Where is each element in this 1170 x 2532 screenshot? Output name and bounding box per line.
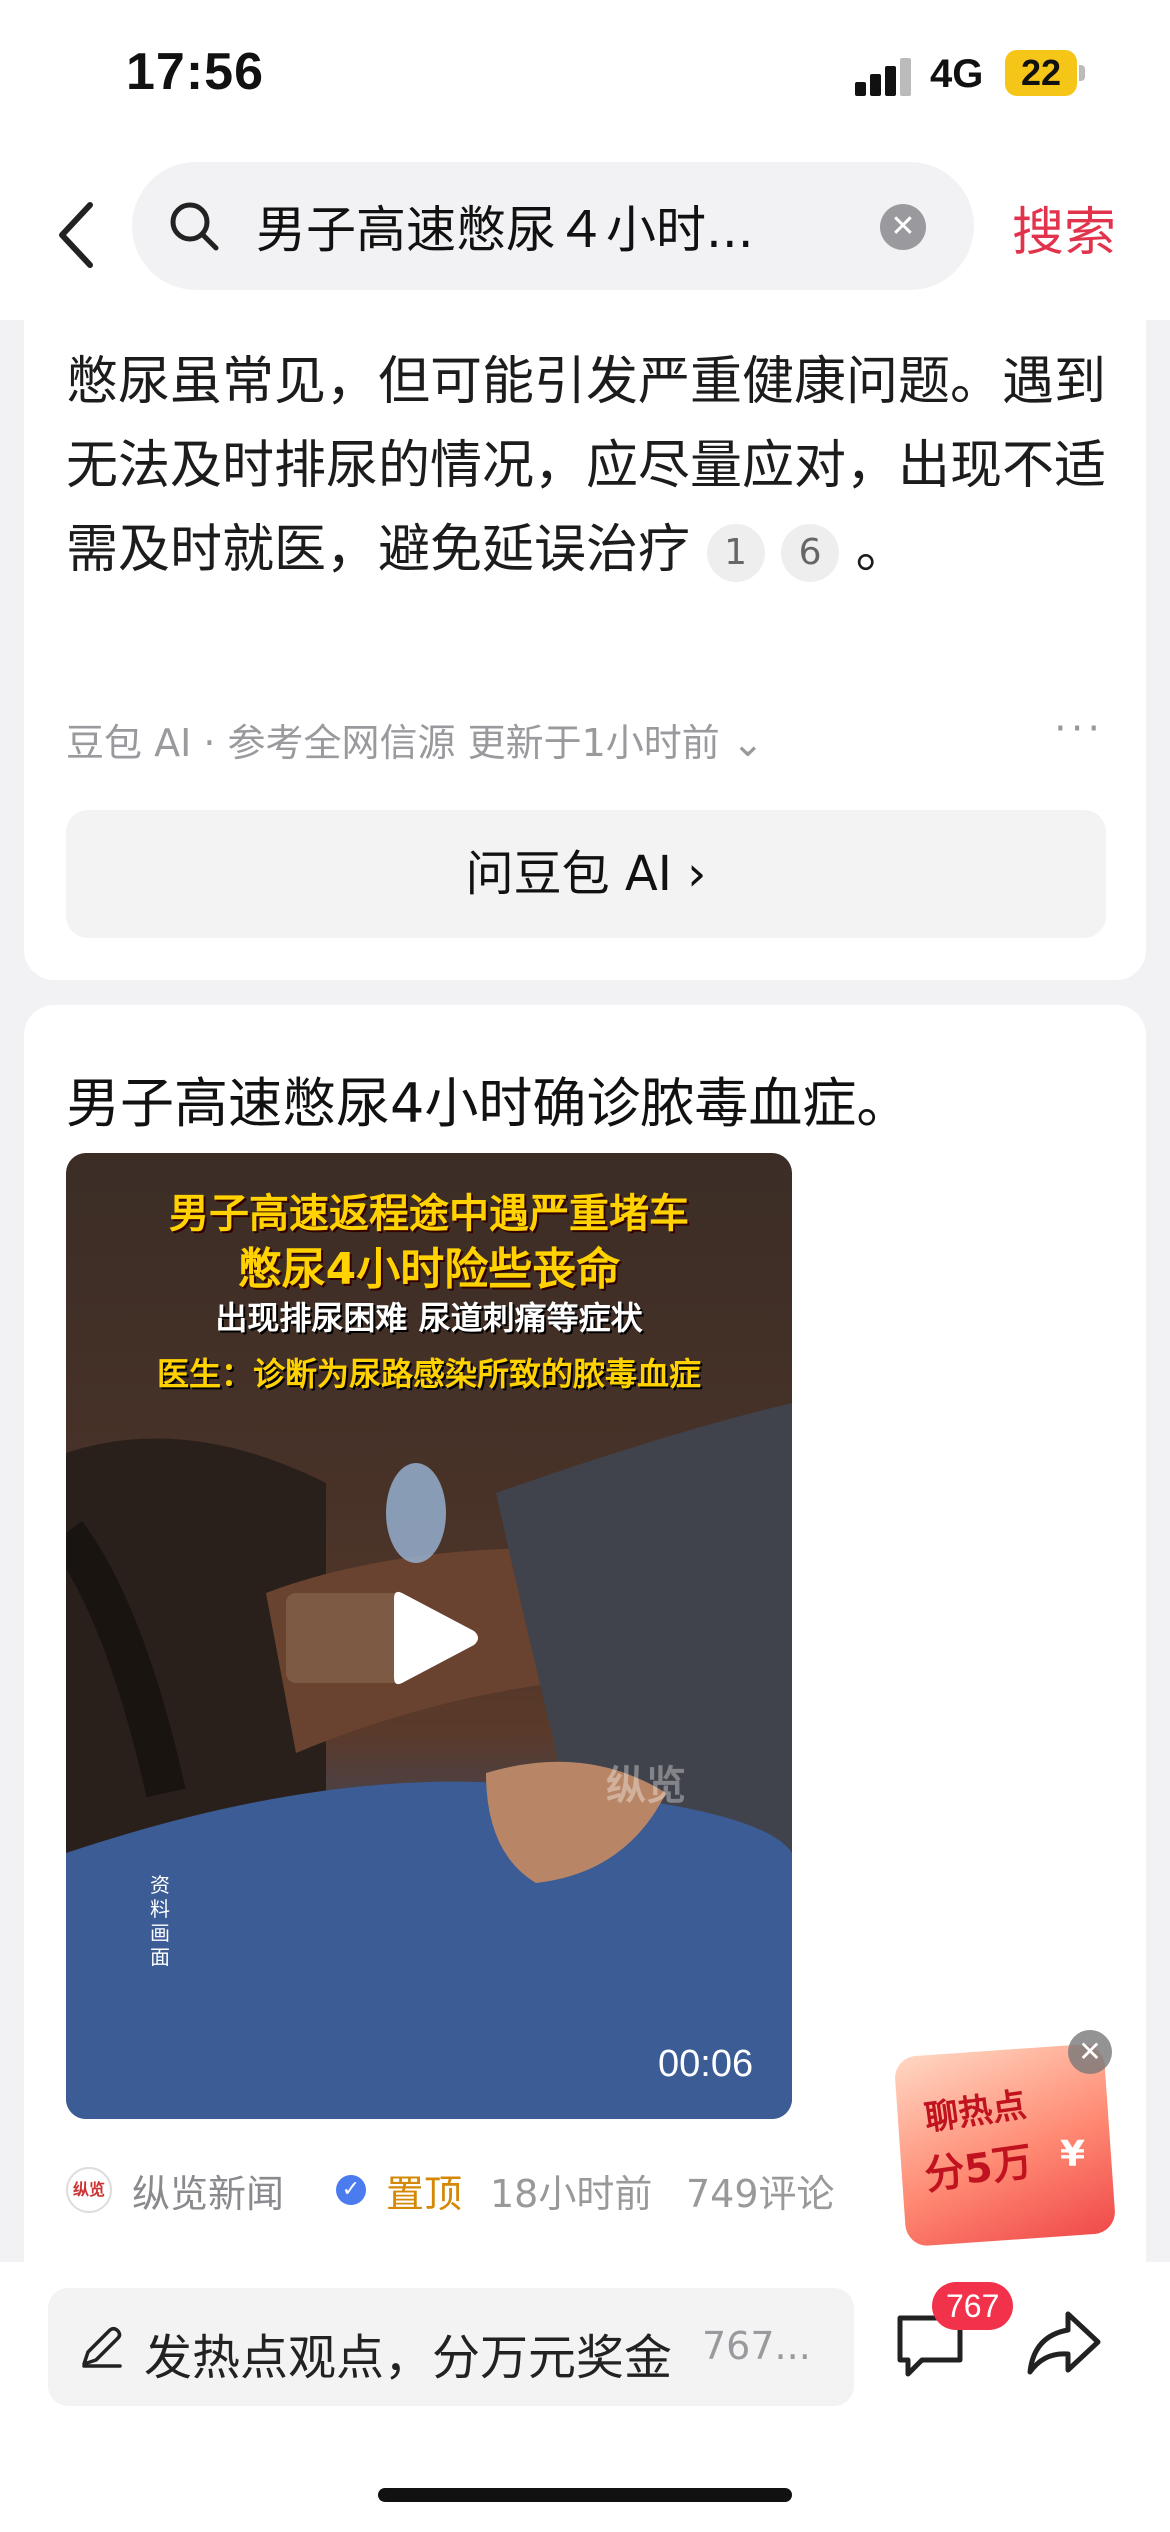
status-time: 17:56 [126,43,264,101]
pinned-badge: 置顶 [386,2172,463,2216]
clear-icon[interactable]: ✕ [880,204,926,250]
close-icon[interactable]: ✕ [1068,2030,1112,2074]
home-indicator[interactable] [378,2488,792,2502]
bottom-bar: 发热点观点，分万元奖金 767... 767 [0,2262,1170,2532]
pen-icon [82,2326,122,2368]
comment-count-text: 767... [702,2324,811,2368]
search-query[interactable]: 男子高速憋尿４小时... [256,190,754,262]
video-caption: 男子高速返程途中遇严重堵车 [169,1191,689,1237]
chevron-down-icon: ⌄ [731,721,764,765]
ai-summary-card: 憋尿虽常见，但可能引发严重健康问题。遇到无法及时排尿的情况，应尽量应对，出现不适… [24,320,1146,980]
comment-badge: 767 [932,2282,1014,2330]
ai-summary-tail: 。 [839,520,908,580]
comment-count[interactable]: 749评论 [686,2163,835,2218]
search-button[interactable]: 搜索 [1012,190,1116,265]
battery-level: 22 [1005,50,1077,96]
post-age: 18小时前 [490,2172,653,2216]
more-icon[interactable]: ··· [1054,706,1104,752]
video-duration: 00:06 [658,2043,754,2085]
promo-currency: ¥ [1060,2134,1086,2175]
citation-badge[interactable]: 6 [781,524,840,582]
video-caption: 出现排尿困难 尿道刺痛等症状 [215,1299,643,1337]
ask-ai-button[interactable]: 问豆包 AI › [66,810,1106,938]
video-caption: 憋尿4小时险些丧命 [237,1244,621,1295]
play-icon[interactable] [384,1583,484,1693]
signal-icon [855,56,915,96]
search-header: 男子高速憋尿４小时... ✕ 搜索 [0,150,1170,320]
search-icon [170,202,219,251]
verified-icon: ✓ [336,2175,366,2205]
hot-topic-promo[interactable]: 聊热点 分5万 ¥ ✕ [893,2030,1120,2250]
video-player[interactable]: 男子高速返程途中遇严重堵车 憋尿4小时险些丧命 出现排尿困难 尿道刺痛等症状 医… [66,1153,792,2119]
video-caption: 医生：诊断为尿路感染所致的脓毒血症 [156,1355,701,1393]
ai-summary-text: 憋尿虽常见，但可能引发严重健康问题。遇到无法及时排尿的情况，应尽量应对，出现不适… [66,352,1107,580]
video-source-note: 资料画面 [150,1873,170,1969]
news-title[interactable]: 男子高速憋尿4小时确诊脓毒血症。 [66,1059,910,1138]
source-name[interactable]: 纵览新闻 [132,2163,284,2218]
ai-meta[interactable]: 豆包 AI · 参考全网信源 更新于1小时前 ⌄ [66,712,764,767]
comment-input[interactable]: 发热点观点，分万元奖金 767... [48,2288,854,2406]
search-input[interactable]: 男子高速憋尿４小时... ✕ [132,162,974,290]
source-logo: 纵览 [66,2167,112,2213]
network-type: 4G [930,52,984,96]
citation-badge[interactable]: 1 [706,524,765,582]
comment-prompt: 发热点观点，分万元奖金 [144,2330,673,2386]
back-icon[interactable] [50,195,110,275]
battery-icon: 22 [1005,50,1085,96]
video-watermark: 纵览 [606,1763,686,1809]
status-bar: 17:56 4G 22 [0,0,1170,150]
ai-summary: 憋尿虽常见，但可能引发严重健康问题。遇到无法及时排尿的情况，应尽量应对，出现不适… [66,340,1126,592]
share-icon[interactable] [1024,2306,1104,2380]
